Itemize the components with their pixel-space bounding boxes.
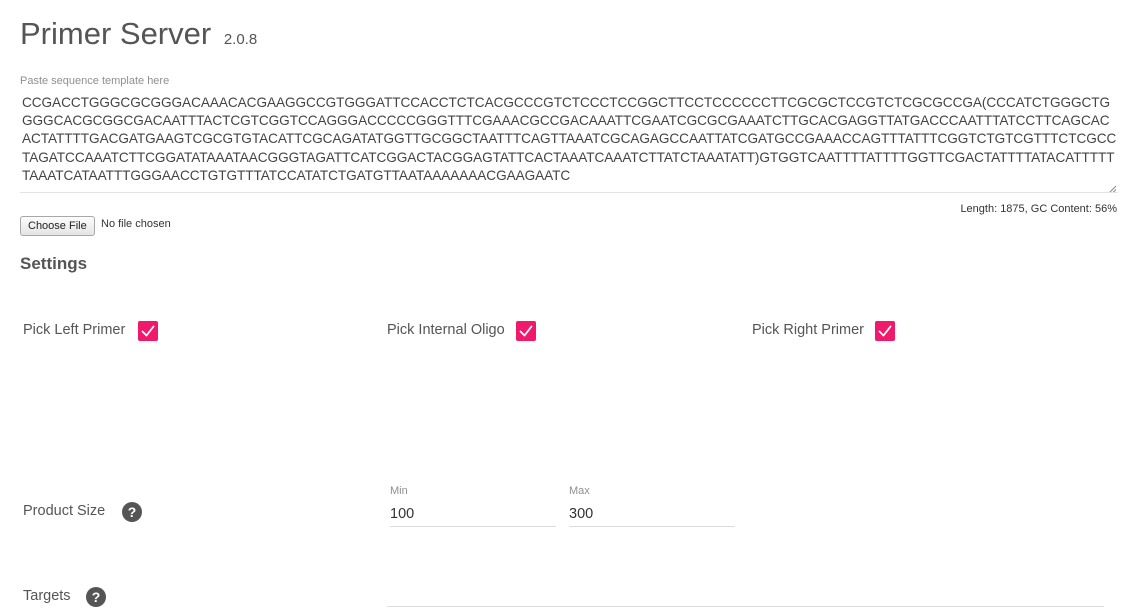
targets-label: Targets — [23, 588, 71, 604]
checkmark-icon — [141, 325, 155, 337]
checkmark-icon — [878, 325, 892, 337]
min-size-label: Min — [390, 485, 408, 497]
sequence-stats: Length: 1875, GC Content: 56% — [960, 203, 1117, 215]
checkmark-icon — [519, 325, 533, 337]
file-status: No file chosen — [101, 218, 171, 230]
pick-left-primer-label: Pick Left Primer — [23, 322, 126, 338]
settings-heading: Settings — [20, 254, 88, 273]
version-label: 2.0.8 — [223, 31, 258, 48]
choose-file-button[interactable]: Choose File — [20, 216, 95, 236]
pick-internal-oligo-checkbox[interactable] — [516, 321, 536, 341]
targets-input[interactable] — [387, 582, 1104, 607]
resize-grip-icon[interactable] — [1108, 180, 1117, 192]
min-size-input[interactable] — [390, 502, 556, 527]
product-size-help-icon[interactable]: ? — [122, 502, 142, 522]
sequence-textarea[interactable]: CCGACCTGGGCGCGGGACAAACACGAAGGCCGTGGGATTC… — [20, 92, 1118, 193]
pick-left-primer-checkbox[interactable] — [138, 321, 158, 341]
max-size-label: Max — [569, 485, 590, 497]
max-size-input[interactable] — [569, 502, 735, 527]
product-size-label: Product Size — [23, 503, 106, 519]
pick-internal-oligo-label: Pick Internal Oligo — [387, 322, 505, 338]
pick-right-primer-label: Pick Right Primer — [752, 322, 864, 338]
sequence-label: Paste sequence template here — [20, 75, 170, 87]
page-title: Primer Server 2.0.8 — [20, 16, 257, 52]
app-title: Primer Server — [20, 16, 212, 51]
pick-right-primer-checkbox[interactable] — [875, 321, 895, 341]
targets-help-icon[interactable]: ? — [86, 587, 106, 607]
sequence-text[interactable]: CCGACCTGGGCGCGGGACAAACACGAAGGCCGTGGGATTC… — [22, 94, 1118, 185]
